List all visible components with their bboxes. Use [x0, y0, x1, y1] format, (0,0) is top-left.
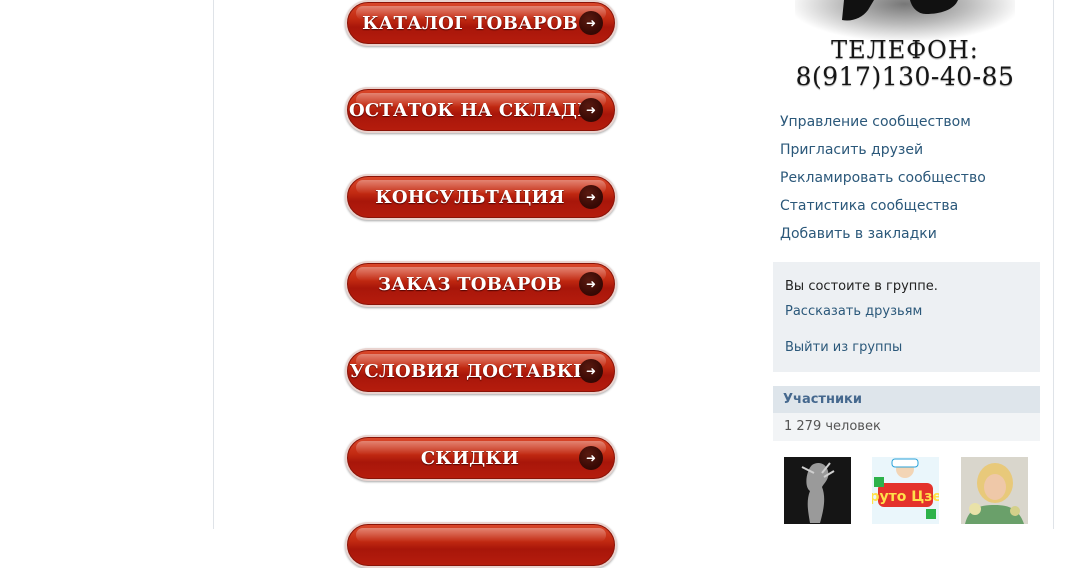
member-photo-woman — [961, 457, 1028, 524]
manage-community-link[interactable]: Управление сообществом — [780, 112, 1040, 140]
button-body — [347, 524, 615, 566]
community-stats-link[interactable]: Статистика сообщества — [780, 196, 1040, 224]
members-count[interactable]: 1 279 человек — [773, 413, 1040, 441]
button-label: КАТАЛОГ ТОВАРОВ — [362, 12, 578, 34]
membership-box: Вы состоите в группе. Рассказать друзьям… — [773, 262, 1040, 372]
stock-button[interactable]: ОСТАТОК НА СКЛАДЕ ➜ — [345, 87, 617, 133]
arrow-right-icon: ➜ — [579, 359, 603, 383]
arrow-right-icon: ➜ — [579, 185, 603, 209]
advertise-community-link[interactable]: Рекламировать сообщество — [780, 168, 1040, 196]
order-button[interactable]: ЗАКАЗ ТОВАРОВ ➜ — [345, 261, 617, 307]
arrow-right-icon: ➜ — [579, 272, 603, 296]
button-label: СКИДКИ — [420, 447, 520, 469]
button-label: УСЛОВИЯ ДОСТАВКИ — [349, 360, 591, 382]
member-photo-dark — [784, 457, 851, 524]
button-body: КОНСУЛЬТАЦИЯ ➜ — [347, 176, 615, 218]
arrow-right-icon: ➜ — [579, 11, 603, 35]
invite-friends-link[interactable]: Пригласить друзей — [780, 140, 1040, 168]
group-banner: ТЕЛЕФОН: 8(917)130-40-85 — [785, 0, 1025, 100]
sidebar-actions: Управление сообществом Пригласить друзей… — [780, 112, 1040, 252]
button-label: ЗАКАЗ ТОВАРОВ — [378, 273, 562, 295]
member-avatar[interactable] — [784, 457, 851, 524]
discounts-button[interactable]: СКИДКИ ➜ — [345, 435, 617, 481]
logo-text: Круто Цзер — [872, 489, 939, 505]
button-body: СКИДКИ ➜ — [347, 437, 615, 479]
consultation-button[interactable]: КОНСУЛЬТАЦИЯ ➜ — [345, 174, 617, 220]
phone-label: ТЕЛЕФОН: — [831, 36, 979, 64]
button-body: УСЛОВИЯ ДОСТАВКИ ➜ — [347, 350, 615, 392]
member-avatar[interactable]: Круто Цзер — [872, 457, 939, 524]
member-avatar[interactable] — [961, 457, 1028, 524]
delivery-button[interactable]: УСЛОВИЯ ДОСТАВКИ ➜ — [345, 348, 617, 394]
shoe-logo-icon — [842, 0, 958, 21]
members-header[interactable]: Участники — [773, 386, 1040, 413]
button-body: КАТАЛОГ ТОВАРОВ ➜ — [347, 2, 615, 44]
button-body: ОСТАТОК НА СКЛАДЕ ➜ — [347, 89, 615, 131]
membership-status: Вы состоите в группе. — [785, 279, 938, 294]
catalog-button[interactable]: КАТАЛОГ ТОВАРОВ ➜ — [345, 0, 617, 46]
member-photo-logo: Круто Цзер — [872, 457, 939, 524]
leave-group-link[interactable]: Выйти из группы — [785, 340, 902, 355]
arrow-right-icon: ➜ — [579, 446, 603, 470]
add-bookmark-link[interactable]: Добавить в закладки — [780, 224, 1040, 252]
arrow-right-icon: ➜ — [579, 98, 603, 122]
button-body: ЗАКАЗ ТОВАРОВ ➜ — [347, 263, 615, 305]
phone-number: 8(917)130-40-85 — [795, 62, 1015, 91]
button-label: КОНСУЛЬТАЦИЯ — [375, 186, 565, 208]
button-label: ОСТАТОК НА СКЛАДЕ — [348, 99, 592, 121]
button-label — [348, 525, 592, 565]
tell-friends-link[interactable]: Рассказать друзьям — [785, 304, 922, 319]
